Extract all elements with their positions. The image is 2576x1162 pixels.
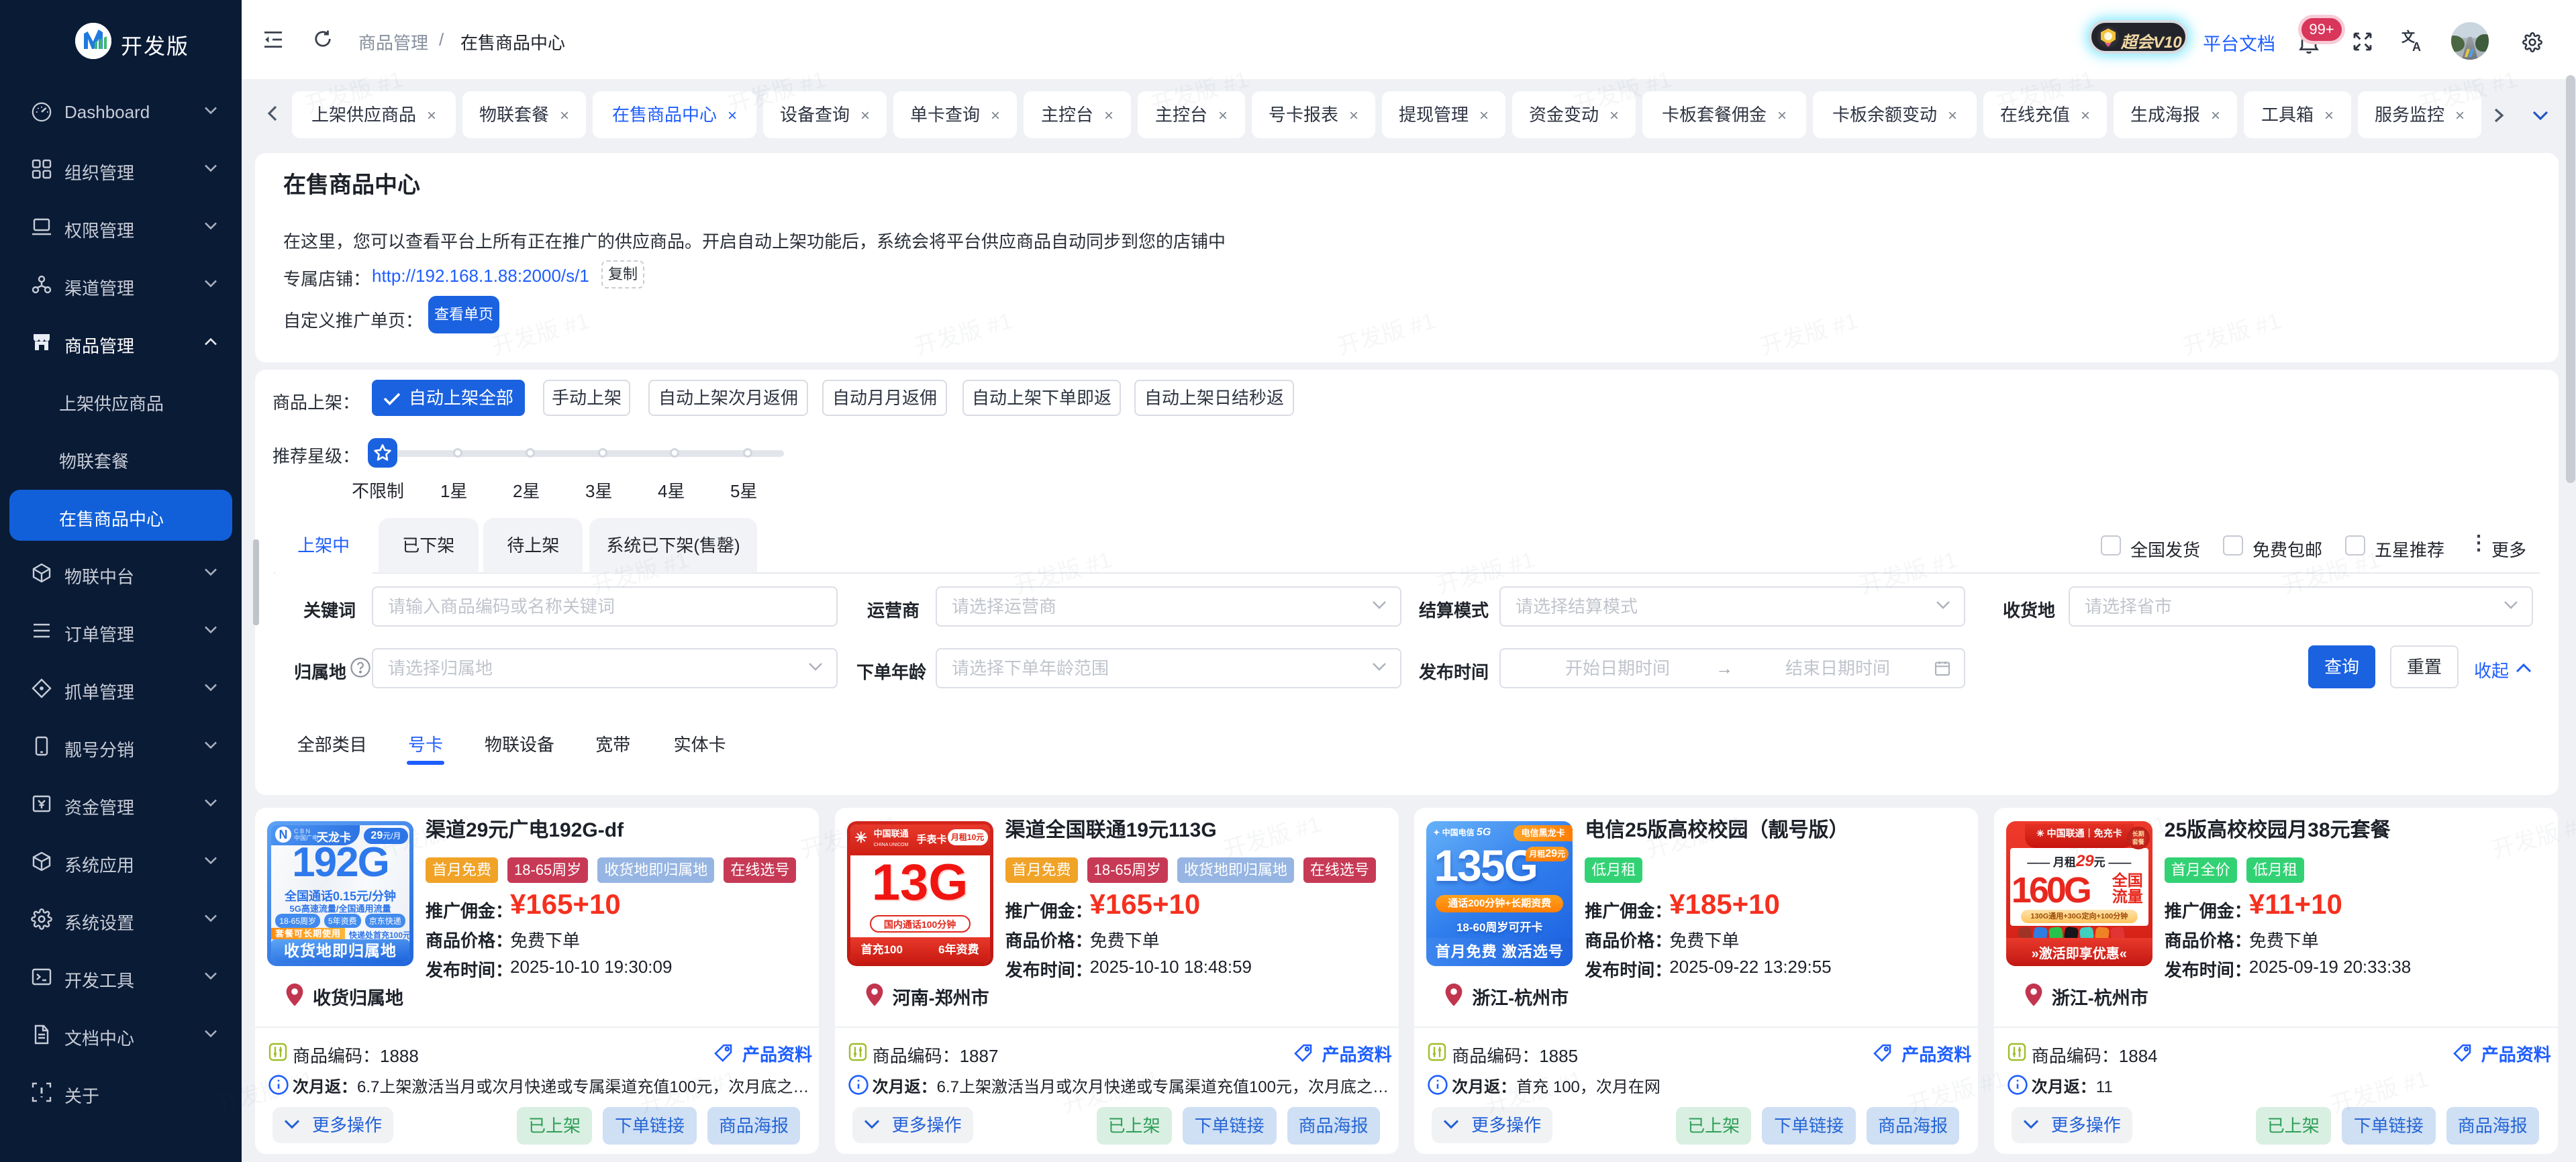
svg-text:A: A bbox=[2412, 40, 2421, 52]
